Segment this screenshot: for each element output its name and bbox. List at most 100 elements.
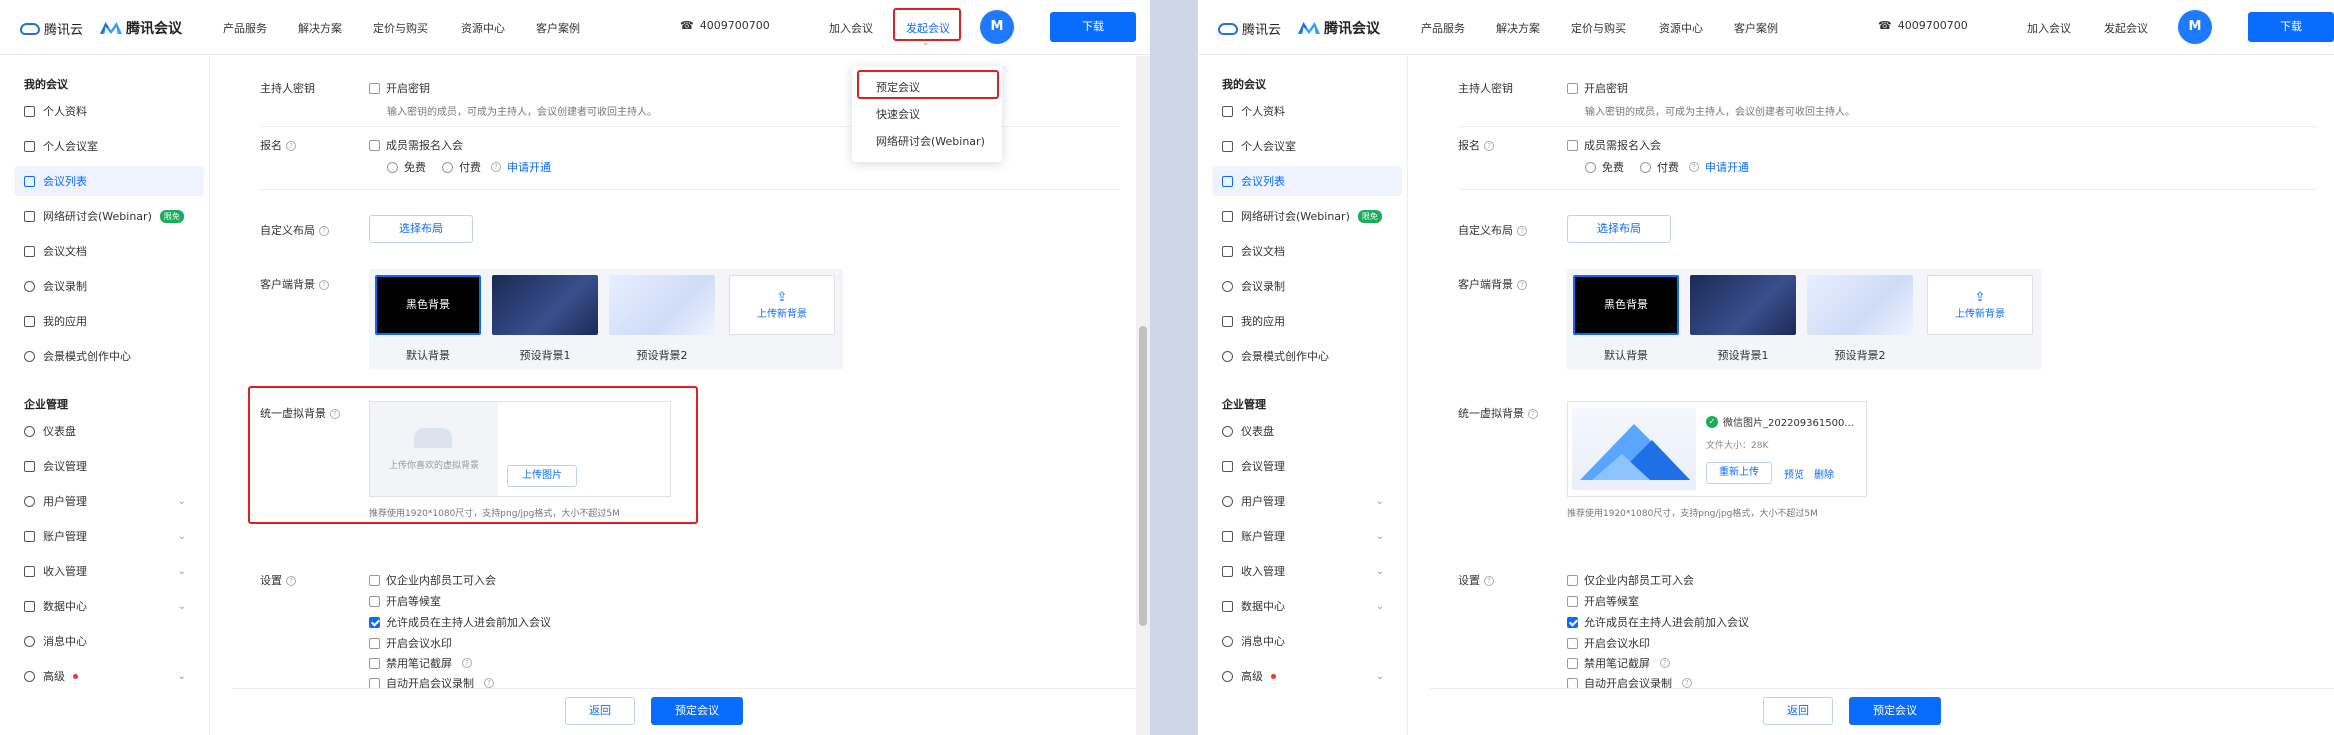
sidebar-item-meeting-mgmt[interactable]: 会议管理 xyxy=(1212,451,1402,481)
nav-products[interactable]: 产品服务 xyxy=(1421,20,1465,36)
sidebar-item-messages[interactable]: 消息中心 xyxy=(14,626,204,656)
radio-circle[interactable] xyxy=(1640,161,1651,173)
apply-link[interactable]: 申请开通 xyxy=(507,159,551,175)
nav-pricing[interactable]: 定价与购买 xyxy=(373,20,428,36)
sidebar-item-personal-room[interactable]: 个人会议室 xyxy=(1212,131,1402,161)
avatar[interactable]: M xyxy=(980,10,1014,44)
checkbox-box[interactable] xyxy=(1567,574,1578,586)
free-radio[interactable]: 免费 xyxy=(1585,159,1624,175)
checkbox-box[interactable] xyxy=(1567,82,1578,94)
bg-black-card[interactable]: 黑色背景 xyxy=(375,275,481,335)
sidebar-item-user-mgmt[interactable]: 用户管理 ⌄ xyxy=(1212,486,1402,516)
nav-cases[interactable]: 客户案例 xyxy=(536,20,580,36)
join-meeting-link[interactable]: 加入会议 xyxy=(2027,20,2071,36)
download-button[interactable]: 下载 xyxy=(1050,12,1136,42)
sidebar-item-revenue[interactable]: 收入管理 ⌄ xyxy=(1212,556,1402,586)
join-meeting-link[interactable]: 加入会议 xyxy=(829,20,873,36)
checkbox-box[interactable] xyxy=(1567,595,1578,607)
sidebar-item-account-mgmt[interactable]: 账户管理 ⌄ xyxy=(14,521,204,551)
signup-checkbox[interactable]: 成员需报名入会 xyxy=(1567,137,1661,153)
sidebar-item-apps[interactable]: 我的应用 xyxy=(14,306,204,336)
nav-products[interactable]: 产品服务 xyxy=(223,20,267,36)
nav-solutions[interactable]: 解决方案 xyxy=(298,20,342,36)
checkbox-box[interactable] xyxy=(369,595,380,607)
checkbox-box[interactable] xyxy=(369,139,380,151)
sidebar-item-meeting-list[interactable]: 会议列表 xyxy=(1212,166,1402,196)
help-icon[interactable]: ? xyxy=(491,162,501,172)
setting-waiting-room[interactable]: 开启等候室 xyxy=(369,593,441,609)
nav-resources[interactable]: 资源中心 xyxy=(461,20,505,36)
choose-layout-button[interactable]: 选择布局 xyxy=(369,215,473,243)
help-icon[interactable]: ? xyxy=(1484,141,1494,151)
host-key-checkbox[interactable]: 开启密钥 xyxy=(1567,80,1628,96)
bg-black-card[interactable]: 黑色背景 xyxy=(1573,275,1679,335)
sidebar-item-profile[interactable]: 个人资料 xyxy=(14,96,204,126)
setting-internal-only[interactable]: 仅企业内部员工可入会 xyxy=(1567,572,1694,588)
sidebar-item-data-center[interactable]: 数据中心 ⌄ xyxy=(14,591,204,621)
sidebar-item-scene-center[interactable]: 会景模式创作中心 xyxy=(14,341,204,371)
help-icon[interactable]: ? xyxy=(1528,409,1538,419)
sidebar-item-recording[interactable]: 会议录制 xyxy=(1212,271,1402,301)
sidebar-item-revenue[interactable]: 收入管理 ⌄ xyxy=(14,556,204,586)
help-icon[interactable]: ? xyxy=(319,280,329,290)
paid-radio[interactable]: 付费? 申请开通 xyxy=(442,159,551,175)
nav-solutions[interactable]: 解决方案 xyxy=(1496,20,1540,36)
checkbox-box[interactable] xyxy=(1567,616,1578,628)
setting-disable-screenshot[interactable]: 禁用笔记截屏? xyxy=(369,655,472,671)
help-icon[interactable]: ? xyxy=(484,678,494,688)
sidebar-item-apps[interactable]: 我的应用 xyxy=(1212,306,1402,336)
sidebar-item-advanced[interactable]: 高级 ⌄ xyxy=(1212,661,1402,691)
sidebar-item-advanced[interactable]: 高级 ⌄ xyxy=(14,661,204,691)
sidebar-item-scene-center[interactable]: 会景模式创作中心 xyxy=(1212,341,1402,371)
avatar[interactable]: M xyxy=(2178,10,2212,44)
upload-new-bg-button[interactable]: ⇪ 上传新背景 xyxy=(729,275,835,335)
host-key-checkbox[interactable]: 开启密钥 xyxy=(369,80,430,96)
scrollbar[interactable] xyxy=(1136,56,1150,735)
sidebar-item-meeting-list[interactable]: 会议列表 xyxy=(14,166,204,196)
sidebar-item-webinar[interactable]: 网络研讨会(Webinar) 限免 xyxy=(1212,201,1402,231)
dropdown-item-webinar[interactable]: 网络研讨会(Webinar) xyxy=(876,133,985,149)
checkbox-box[interactable] xyxy=(369,677,380,689)
sidebar-item-messages[interactable]: 消息中心 xyxy=(1212,626,1402,656)
radio-circle[interactable] xyxy=(387,161,398,173)
radio-circle[interactable] xyxy=(1585,161,1596,173)
setting-internal-only[interactable]: 仅企业内部员工可入会 xyxy=(369,572,496,588)
checkbox-box[interactable] xyxy=(369,637,380,649)
sidebar-item-webinar[interactable]: 网络研讨会(Webinar) 限免 xyxy=(14,201,204,231)
setting-waiting-room[interactable]: 开启等候室 xyxy=(1567,593,1639,609)
checkbox-box[interactable] xyxy=(369,657,380,669)
help-icon[interactable]: ? xyxy=(286,576,296,586)
choose-layout-button[interactable]: 选择布局 xyxy=(1567,215,1671,243)
checkbox-box[interactable] xyxy=(1567,657,1578,669)
checkbox-box[interactable] xyxy=(369,574,380,586)
start-meeting-link[interactable]: 发起会议 xyxy=(2104,20,2148,36)
apply-link[interactable]: 申请开通 xyxy=(1705,159,1749,175)
sidebar-item-data-center[interactable]: 数据中心 ⌄ xyxy=(1212,591,1402,621)
help-icon[interactable]: ? xyxy=(1517,280,1527,290)
bg-preset1-card[interactable] xyxy=(492,275,598,335)
sidebar-item-dashboard[interactable]: 仪表盘 xyxy=(14,416,204,446)
reupload-button[interactable]: 重新上传 xyxy=(1706,462,1772,484)
help-icon[interactable]: ? xyxy=(1689,162,1699,172)
free-radio[interactable]: 免费 xyxy=(387,159,426,175)
sidebar-item-docs[interactable]: 会议文档 xyxy=(1212,236,1402,266)
sidebar-item-docs[interactable]: 会议文档 xyxy=(14,236,204,266)
sidebar-item-meeting-mgmt[interactable]: 会议管理 xyxy=(14,451,204,481)
tencent-cloud-logo[interactable]: 腾讯云 xyxy=(20,19,83,38)
help-icon[interactable]: ? xyxy=(1682,678,1692,688)
sidebar-item-recording[interactable]: 会议录制 xyxy=(14,271,204,301)
sidebar-item-personal-room[interactable]: 个人会议室 xyxy=(14,131,204,161)
schedule-button[interactable]: 预定会议 xyxy=(1849,697,1941,725)
sidebar-item-profile[interactable]: 个人资料 xyxy=(1212,96,1402,126)
sidebar-item-dashboard[interactable]: 仪表盘 xyxy=(1212,416,1402,446)
setting-disable-screenshot[interactable]: 禁用笔记截屏? xyxy=(1567,655,1670,671)
download-button[interactable]: 下载 xyxy=(2248,12,2334,42)
radio-circle[interactable] xyxy=(442,161,453,173)
paid-radio[interactable]: 付费? 申请开通 xyxy=(1640,159,1749,175)
checkbox-box[interactable] xyxy=(369,82,380,94)
schedule-button[interactable]: 预定会议 xyxy=(651,697,743,725)
checkbox-box[interactable] xyxy=(369,616,380,628)
scrollbar-thumb[interactable] xyxy=(1139,326,1147,626)
preview-link[interactable]: 预览 xyxy=(1784,466,1804,481)
bg-preset2-card[interactable] xyxy=(1807,275,1913,335)
